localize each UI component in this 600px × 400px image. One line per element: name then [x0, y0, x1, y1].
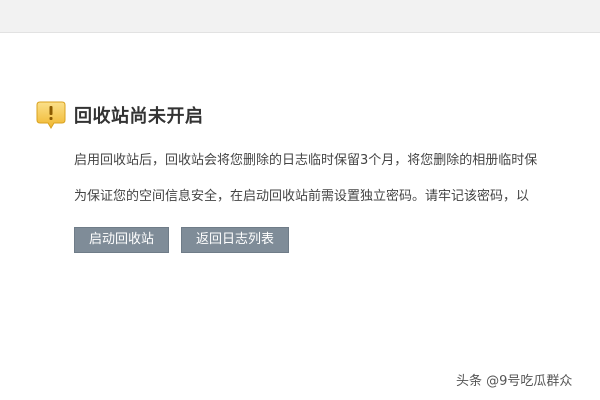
- notice-paragraph-recycle-info: 启用回收站后，回收站会将您删除的日志临时保留3个月，将您删除的相册临时保: [74, 153, 538, 168]
- button-row: 启动回收站 返回日志列表: [74, 227, 301, 253]
- notice-title: 回收站尚未开启: [74, 106, 204, 127]
- notice-header: 回收站尚未开启: [36, 100, 204, 130]
- back-to-log-list-button[interactable]: 返回日志列表: [181, 227, 290, 253]
- notice-paragraph-password-info: 为保证您的空间信息安全，在启动回收站前需设置独立密码。请牢记该密码，以: [74, 189, 530, 204]
- watermark: 头条 @9号吃瓜群众: [456, 374, 573, 389]
- warning-icon: [36, 101, 66, 129]
- enable-recycle-bin-button[interactable]: 启动回收站: [74, 227, 170, 253]
- top-bar: [0, 0, 600, 33]
- notice-body: 启用回收站后，回收站会将您删除的日志临时保留3个月，将您删除的相册临时保 为保证…: [74, 152, 600, 224]
